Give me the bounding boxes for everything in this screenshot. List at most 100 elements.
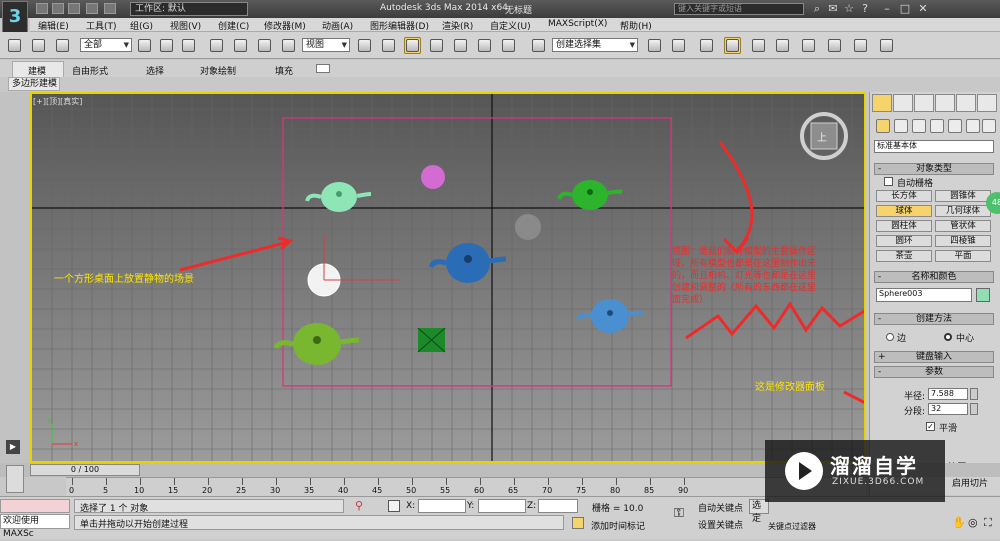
cone-button[interactable]: 圆锥体 (935, 190, 991, 202)
systems-icon[interactable] (982, 119, 996, 133)
align-icon[interactable] (670, 37, 687, 54)
ribbon-tab-freeform[interactable]: 自由形式 (72, 64, 108, 77)
redo-icon[interactable] (104, 3, 116, 14)
shapes-icon[interactable] (894, 119, 908, 133)
track-bar[interactable]: 0 5 10 15 20 25 30 35 40 45 50 55 60 65 … (66, 477, 866, 496)
helpers-icon[interactable] (948, 119, 962, 133)
box-button[interactable]: 长方体 (876, 190, 932, 202)
move-icon[interactable] (232, 37, 249, 54)
ribbon-tab-object-paint[interactable]: 对象绘制 (200, 64, 236, 77)
menu-create[interactable]: 创建(C) (218, 19, 249, 32)
mirror-icon[interactable] (646, 37, 663, 54)
menu-help[interactable]: 帮助(H) (620, 19, 652, 32)
link-icon[interactable] (6, 37, 23, 54)
render-icon[interactable] (878, 37, 895, 54)
motion-tab-icon[interactable] (935, 94, 955, 112)
smooth-checkbox[interactable]: ✓ (926, 422, 935, 431)
top-viewport[interactable]: x y 一个方形桌面上放置静物的场景 视图：是我们制作模型的主要操作区域，所有模… (30, 92, 866, 463)
segments-input[interactable]: 32 (928, 403, 968, 415)
schematic-view-icon[interactable] (774, 37, 791, 54)
rollout-keyboard-entry[interactable]: + 键盘输入 (874, 351, 994, 363)
ribbon-subtab-poly-modeling[interactable]: 多边形建模 (8, 77, 60, 91)
menu-edit[interactable]: 编辑(E) (38, 19, 69, 32)
selection-lock-icon[interactable]: ⚲ (352, 499, 366, 513)
geosphere-button[interactable]: 几何球体 (935, 205, 991, 217)
display-tab-icon[interactable] (956, 94, 976, 112)
lights-icon[interactable] (912, 119, 926, 133)
ribbon-tab-selection[interactable]: 选择 (146, 64, 164, 77)
rollout-creation-method[interactable]: - 创建方法 (874, 313, 994, 325)
radius-input[interactable]: 7.588 (928, 388, 968, 400)
cylinder-button[interactable]: 圆柱体 (876, 220, 932, 232)
select-object-icon[interactable] (136, 37, 153, 54)
new-file-icon[interactable] (36, 3, 48, 14)
rotate-icon[interactable] (256, 37, 273, 54)
x-coordinate-input[interactable] (418, 499, 466, 513)
utilities-tab-icon[interactable] (977, 94, 997, 112)
view-cube-label[interactable]: 上 (817, 129, 827, 144)
time-slider[interactable]: 0 / 100 (30, 464, 140, 476)
key-filters-button[interactable]: 关键点过滤器 (768, 521, 816, 532)
minimize-icon[interactable]: – (880, 2, 894, 16)
pyramid-green[interactable] (417, 327, 446, 353)
set-key-button[interactable]: 设置关键点 (698, 518, 743, 531)
undo-icon[interactable] (86, 3, 98, 14)
method-center-radio[interactable] (944, 333, 952, 341)
object-color-swatch[interactable] (976, 288, 990, 302)
pivot-center-icon[interactable] (356, 37, 373, 54)
add-time-tag-button[interactable]: 添加时间标记 (591, 519, 645, 532)
curve-editor-icon[interactable] (750, 37, 767, 54)
pan-hand-icon[interactable]: ✋ (952, 516, 966, 530)
create-tab-icon[interactable] (872, 94, 892, 112)
menu-views[interactable]: 视图(V) (170, 19, 201, 32)
rollout-parameters[interactable]: - 参数 (874, 366, 994, 378)
maximize-viewport-icon[interactable]: ⛶ (984, 516, 996, 530)
time-tag-icon[interactable] (572, 517, 584, 529)
named-selection-set-select[interactable]: 创建选择集 (552, 38, 638, 52)
open-file-icon[interactable] (52, 3, 64, 14)
category-select[interactable]: 标准基本体 (874, 140, 994, 153)
maxscript-listener-pink[interactable] (0, 499, 70, 513)
angle-snap-icon[interactable] (452, 37, 469, 54)
ribbon-tab-modeling[interactable]: 建模 (28, 64, 46, 77)
y-coordinate-input[interactable] (478, 499, 526, 513)
material-editor-icon[interactable] (800, 37, 817, 54)
teapot-button[interactable]: 茶壶 (876, 250, 932, 262)
absolute-mode-icon[interactable] (388, 500, 400, 512)
ribbon-tab-populate[interactable]: 填充 (275, 64, 293, 77)
maxscript-listener[interactable]: 欢迎使用 MAXSc (0, 514, 70, 539)
hierarchy-tab-icon[interactable] (914, 94, 934, 112)
rollout-object-type[interactable]: - 对象类型 (874, 163, 994, 175)
scale-icon[interactable] (280, 37, 297, 54)
sphere-selected[interactable] (307, 234, 399, 297)
spinner-snap-icon[interactable] (500, 37, 517, 54)
graphite-ribbon-icon[interactable] (724, 37, 741, 54)
teapot-blue-right[interactable] (576, 299, 644, 333)
modify-tab-icon[interactable] (893, 94, 913, 112)
menu-animation[interactable]: 动画(A) (322, 19, 353, 32)
help-icon[interactable]: ? (858, 2, 872, 16)
object-name-input[interactable]: Sphere003 (876, 288, 972, 302)
unlink-icon[interactable] (30, 37, 47, 54)
render-setup-icon[interactable] (826, 37, 843, 54)
viewport-label[interactable]: [+][顶][真实] (33, 96, 82, 107)
pyramid-button[interactable]: 四棱锥 (935, 235, 991, 247)
cameras-icon[interactable] (930, 119, 944, 133)
torus-button[interactable]: 圆环 (876, 235, 932, 247)
menu-rendering[interactable]: 渲染(R) (442, 19, 473, 32)
space-warps-icon[interactable] (966, 119, 980, 133)
segments-spinner[interactable] (970, 403, 978, 415)
mini-curve-editor-icon[interactable] (6, 465, 24, 493)
bind-space-warp-icon[interactable] (54, 37, 71, 54)
sphere-gray[interactable] (515, 214, 541, 240)
radius-spinner[interactable] (970, 388, 978, 400)
selection-filter-select[interactable]: 全部 (80, 38, 132, 52)
method-edge-radio[interactable] (886, 333, 894, 341)
keyboard-shortcut-override-icon[interactable] (404, 37, 421, 54)
workspace-select[interactable]: 工作区: 默认 (130, 2, 248, 16)
autogrid-checkbox[interactable] (884, 177, 893, 186)
window-crossing-icon[interactable] (208, 37, 225, 54)
maximize-icon[interactable]: □ (898, 2, 912, 16)
menu-group[interactable]: 组(G) (130, 19, 153, 32)
snap-toggle-icon[interactable] (428, 37, 445, 54)
